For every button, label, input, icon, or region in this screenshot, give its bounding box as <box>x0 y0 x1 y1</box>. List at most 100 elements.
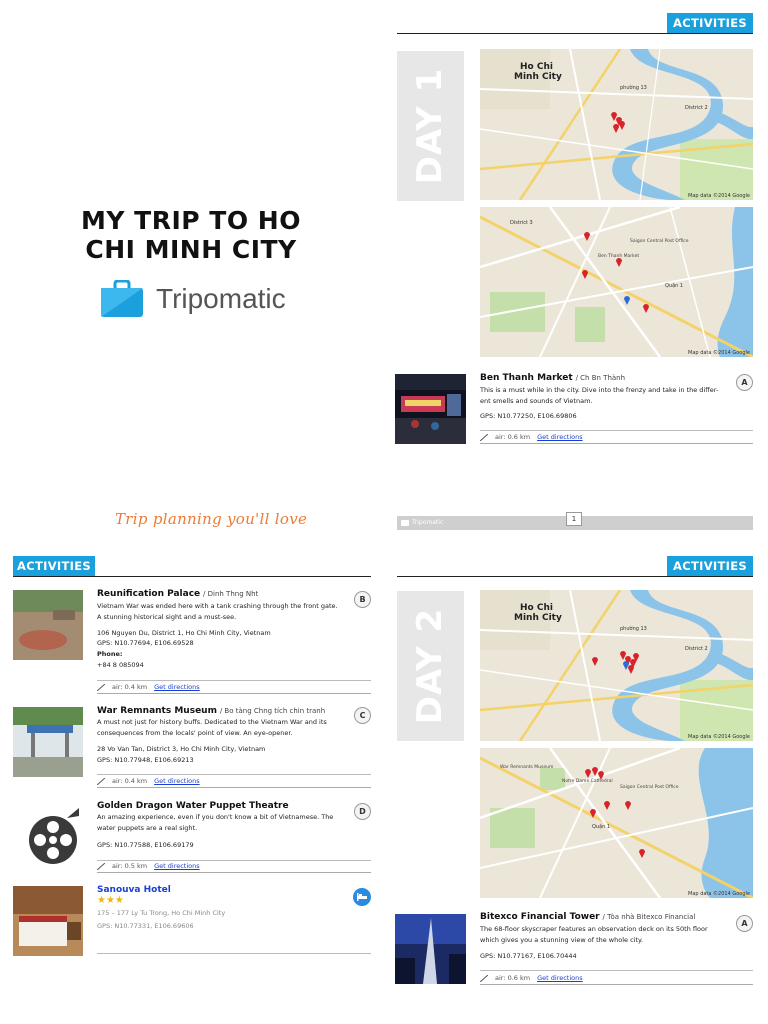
pin-marker[interactable]: D <box>354 803 371 820</box>
svg-text:Minh City: Minh City <box>514 72 562 82</box>
svg-text:District 2: District 2 <box>685 105 708 111</box>
entry-description: A must not just for history buffs. Dedic… <box>97 718 327 737</box>
day-label: DAY 1 <box>410 67 451 185</box>
map-credit: Map data ©2014 Google <box>688 350 750 356</box>
distance-value: air: 0.5 km <box>112 862 148 870</box>
separator <box>97 680 371 681</box>
get-directions-link[interactable]: Get directions <box>537 974 583 982</box>
map-credit: Map data ©2014 Google <box>688 734 750 740</box>
film-reel-icon <box>27 808 79 868</box>
hotel-address: 175 – 177 Ly Tu Trong, Ho Chi Minh City <box>97 909 226 917</box>
svg-text:War Remnants Museum: War Remnants Museum <box>500 764 553 770</box>
pin-marker[interactable]: C <box>354 707 371 724</box>
separator <box>480 430 753 431</box>
svg-text:Saigon Central Post Office: Saigon Central Post Office <box>620 784 679 790</box>
entry-local-name: Tòa nhà Bitexco Financial <box>607 913 696 921</box>
overview-map[interactable]: Ho Chi Minh City District 2 phường 13 Ma… <box>480 590 753 741</box>
pin-marker[interactable]: B <box>354 591 371 608</box>
svg-text:District 3: District 3 <box>510 220 533 226</box>
svg-text:Quận 1: Quận 1 <box>592 823 610 830</box>
activities-badge: ACTIVITIES <box>667 556 753 576</box>
walk-distance-icon <box>97 862 105 870</box>
entry-gps: GPS: N10.77694, E106.69528 <box>97 639 194 647</box>
header-rule <box>13 576 371 577</box>
entry-description: An amazing experience, even if you don't… <box>97 813 334 832</box>
svg-text:Ho Chi: Ho Chi <box>520 62 553 72</box>
svg-text:phường 13: phường 13 <box>620 625 647 632</box>
header-rule <box>397 33 753 34</box>
walk-distance-icon <box>480 974 488 982</box>
svg-text:Saigon Central Post Office: Saigon Central Post Office <box>630 238 689 244</box>
map-credit: Map data ©2014 Google <box>688 193 750 199</box>
entry-thumbnail <box>395 914 466 984</box>
overview-map[interactable]: Ho Chi Minh City District 2 phường 13 Ma… <box>480 49 753 200</box>
entry-gps: GPS: N10.77948, E106.69213 <box>97 756 194 764</box>
separator <box>97 774 371 775</box>
get-directions-link[interactable]: Get directions <box>154 683 200 691</box>
detail-map[interactable]: District 3 Quận 1 Ben Thanh Market Saigo… <box>480 207 753 357</box>
separator <box>97 860 371 861</box>
get-directions-link[interactable]: Get directions <box>154 862 200 870</box>
entry-title[interactable]: Ben Thanh Market / Ch Bn Thành <box>480 373 625 383</box>
distance-value: air: 0.4 km <box>112 777 148 785</box>
detail-map[interactable]: War Remnants Museum Notre Dame Cathedral… <box>480 748 753 898</box>
svg-text:District 2: District 2 <box>685 646 708 652</box>
day-tab: DAY 2 <box>397 591 464 741</box>
get-directions-link[interactable]: Get directions <box>154 777 200 785</box>
entry-gps: GPS: N10.77588, E106.69179 <box>97 841 194 849</box>
entry-address: 106 Nguyen Du, District 1, Ho Chi Minh C… <box>97 629 271 637</box>
suitcase-icon <box>101 280 143 317</box>
svg-text:Ho Chi: Ho Chi <box>520 603 553 613</box>
distance-row: air: 0.6 km Get directions <box>480 433 753 444</box>
walk-distance-icon <box>97 683 105 691</box>
entry-title[interactable]: Golden Dragon Water Puppet Theatre <box>97 801 289 811</box>
footer-brand: Tripomatic <box>401 519 443 526</box>
distance-row: air: 0.5 km Get directions <box>97 862 371 873</box>
entry-local-name: Ch Bn Thành <box>580 374 626 382</box>
svg-text:Ben Thanh Market: Ben Thanh Market <box>598 253 639 259</box>
entry-description: The 68-floor skyscraper features an obse… <box>480 925 708 944</box>
separator <box>97 953 371 954</box>
entry-gps: GPS: N10.77167, E106.70444 <box>480 952 577 960</box>
distance-row: air: 0.4 km Get directions <box>97 777 371 788</box>
entry-name: Reunification Palace <box>97 589 201 599</box>
brand-name: Tripomatic <box>156 283 286 314</box>
svg-text:Minh City: Minh City <box>514 613 562 623</box>
distance-row: air: 0.4 km Get directions <box>97 683 371 694</box>
page-number: 1 <box>566 512 582 526</box>
pin-marker[interactable]: A <box>736 915 753 932</box>
hotel-stars: ★★★ <box>97 895 124 906</box>
entry-thumbnail <box>395 374 466 444</box>
entry-description: This is a must while in the city. Dive i… <box>480 386 719 405</box>
entry-address: 28 Vo Van Tan, District 3, Ho Chi Minh C… <box>97 745 266 753</box>
cover-title: MY TRIP TO HO CHI MINH CITY <box>80 206 301 264</box>
walk-distance-icon <box>480 433 488 441</box>
hotel-gps: GPS: N10.77331, E106.69606 <box>97 922 194 930</box>
activities-badge: ACTIVITIES <box>667 13 753 33</box>
map-credit: Map data ©2014 Google <box>688 891 750 897</box>
hotel-thumbnail <box>13 886 83 956</box>
pin-marker[interactable]: A <box>736 374 753 391</box>
distance-value: air: 0.4 km <box>112 683 148 691</box>
entry-title[interactable]: War Remnants Museum / Bo tàng Chng tích … <box>97 706 325 716</box>
brand-logo: Tripomatic <box>100 280 286 318</box>
entry-title[interactable]: Bitexco Financial Tower / Tòa nhà Bitexc… <box>480 912 695 922</box>
svg-text:phường 13: phường 13 <box>620 84 647 91</box>
svg-text:Notre Dame Cathedral: Notre Dame Cathedral <box>562 778 613 784</box>
tagline: Trip planning you'll love <box>115 510 308 528</box>
entry-phone: +84 8 085094 <box>97 661 144 669</box>
separator <box>480 970 753 971</box>
entry-gps: GPS: N10.77250, E106.69806 <box>480 412 577 420</box>
entry-title[interactable]: Reunification Palace / Dinh Thng Nht <box>97 589 258 599</box>
distance-value: air: 0.6 km <box>495 974 531 982</box>
svg-text:Quận 1: Quận 1 <box>665 282 683 289</box>
distance-value: air: 0.6 km <box>495 433 531 441</box>
entry-thumbnail <box>13 707 83 777</box>
distance-row: air: 0.6 km Get directions <box>480 974 753 985</box>
hotel-pin-icon[interactable] <box>353 888 371 906</box>
hotel-name[interactable]: Sanouva Hotel <box>97 885 171 895</box>
get-directions-link[interactable]: Get directions <box>537 433 583 441</box>
walk-distance-icon <box>97 777 105 785</box>
entry-local-name: Dinh Thng Nht <box>207 590 259 598</box>
entry-name: Golden Dragon Water Puppet Theatre <box>97 801 289 811</box>
